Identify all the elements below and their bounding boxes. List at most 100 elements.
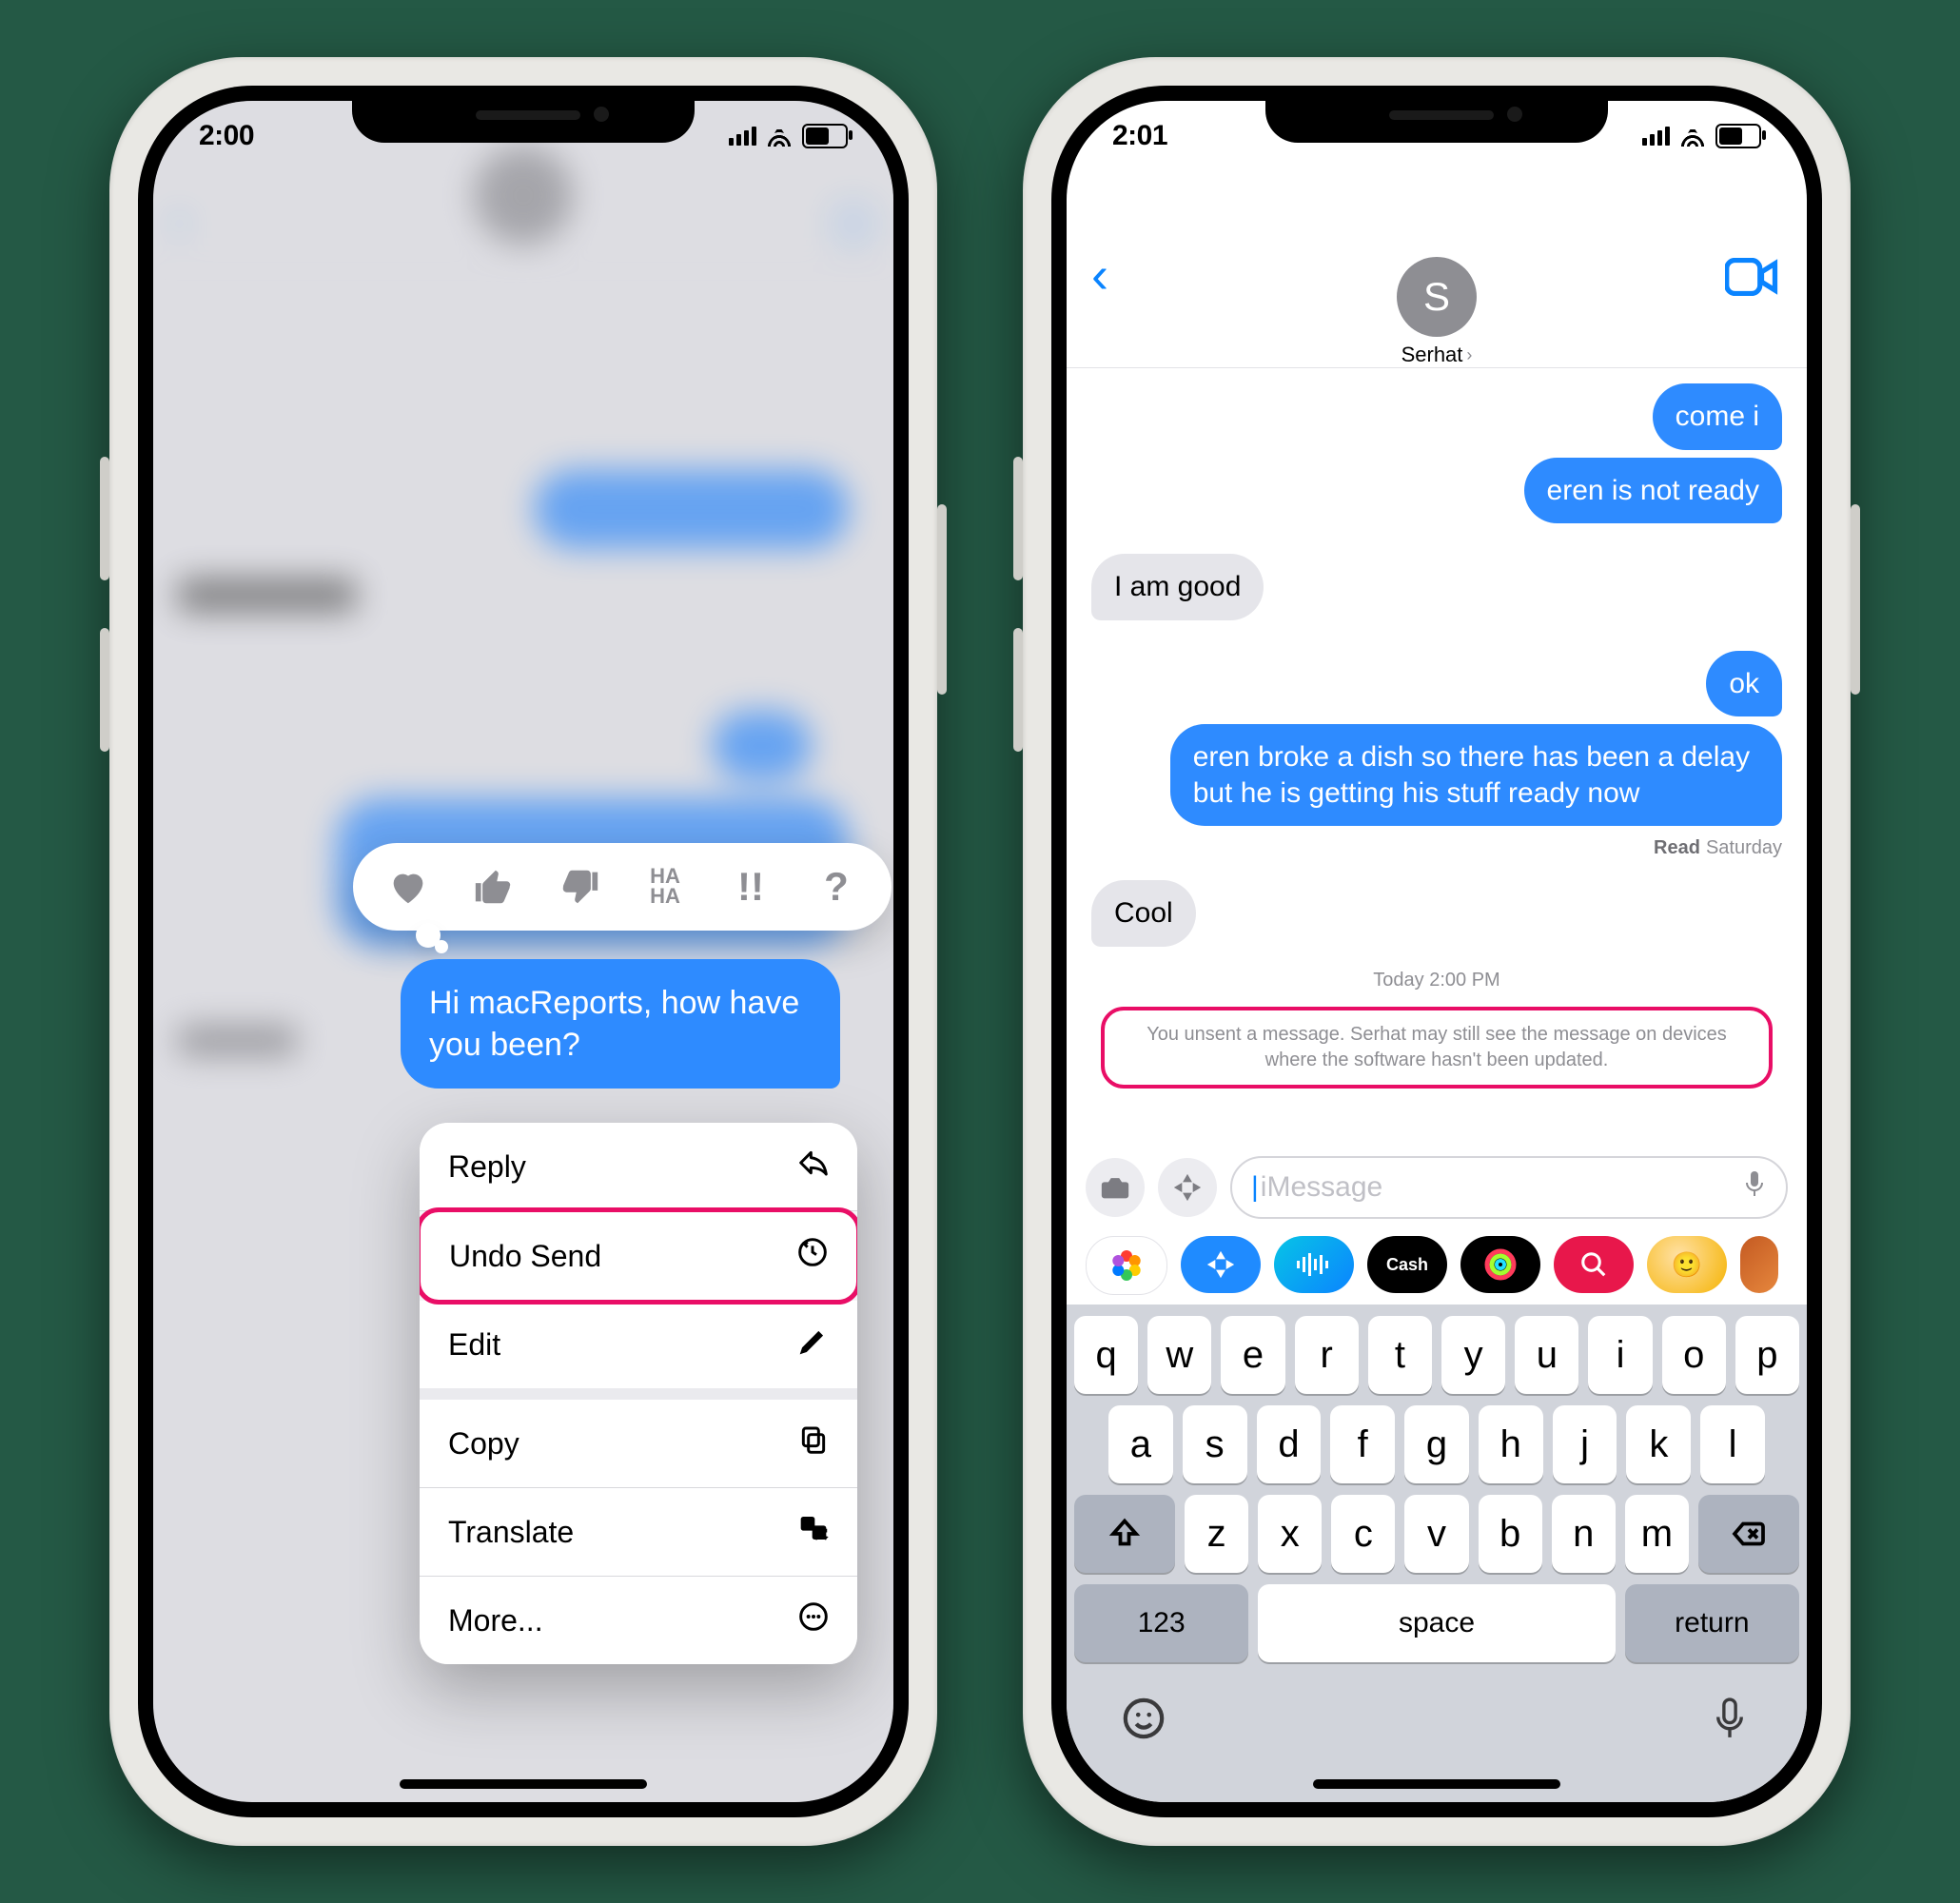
phone-right: 2:01 ‹ S Serhat › xyxy=(1023,57,1851,1846)
svg-text:文: 文 xyxy=(816,1528,827,1540)
key-w[interactable]: w xyxy=(1147,1316,1211,1394)
selected-message-bubble[interactable]: Hi macReports, how have you been? xyxy=(401,959,840,1089)
key-z[interactable]: z xyxy=(1185,1495,1248,1573)
shift-key[interactable] xyxy=(1074,1495,1175,1573)
numbers-key[interactable]: 123 xyxy=(1074,1584,1248,1662)
thread-timestamp: Today 2:00 PM xyxy=(1373,970,1499,991)
menu-edit[interactable]: Edit xyxy=(420,1301,857,1400)
key-x[interactable]: x xyxy=(1258,1495,1322,1573)
app-chip-search[interactable] xyxy=(1554,1236,1634,1293)
home-indicator[interactable] xyxy=(1313,1779,1560,1789)
back-button[interactable]: ‹ xyxy=(1091,249,1108,301)
key-r[interactable]: r xyxy=(1295,1316,1359,1394)
key-j[interactable]: j xyxy=(1553,1405,1617,1483)
menu-undo-send[interactable]: Undo Send xyxy=(420,1207,857,1305)
app-chip-audio[interactable] xyxy=(1274,1236,1354,1293)
message-text: Cool xyxy=(1114,897,1173,929)
sent-message[interactable]: eren is not ready xyxy=(1524,458,1782,524)
emoji-key[interactable] xyxy=(1122,1697,1166,1745)
menu-more[interactable]: More... xyxy=(420,1577,857,1664)
avatar-initial: S xyxy=(1423,274,1450,320)
stage: 2:00 ‹ ▢ xyxy=(0,0,1960,1903)
key-g[interactable]: g xyxy=(1404,1405,1469,1483)
key-s[interactable]: s xyxy=(1183,1405,1247,1483)
apps-button[interactable] xyxy=(1158,1158,1217,1217)
context-menu: Reply Undo Send Edit xyxy=(420,1123,857,1664)
camera-button[interactable] xyxy=(1086,1158,1145,1217)
key-p[interactable]: p xyxy=(1735,1316,1799,1394)
app-chip-memoji[interactable]: 🙂 xyxy=(1647,1236,1727,1293)
app-chip-more[interactable] xyxy=(1740,1236,1778,1293)
sent-message[interactable]: come i xyxy=(1653,383,1782,450)
undo-send-icon xyxy=(797,1237,828,1275)
translate-icon: A文 xyxy=(798,1513,829,1551)
read-receipt: ReadSaturday xyxy=(1654,837,1782,859)
tapback-thumbs-up-icon[interactable] xyxy=(467,860,520,913)
home-indicator[interactable] xyxy=(400,1779,647,1789)
message-placeholder: iMessage xyxy=(1261,1171,1382,1204)
menu-translate[interactable]: Translate A文 xyxy=(420,1488,857,1577)
key-c[interactable]: c xyxy=(1331,1495,1395,1573)
key-y[interactable]: y xyxy=(1441,1316,1505,1394)
battery-icon xyxy=(802,124,848,148)
selected-message-text: Hi macReports, how have you been? xyxy=(429,985,799,1063)
app-chip-activity[interactable] xyxy=(1460,1236,1540,1293)
return-key[interactable]: return xyxy=(1625,1584,1799,1662)
reply-arrow-icon xyxy=(798,1148,829,1186)
key-e[interactable]: e xyxy=(1221,1316,1284,1394)
key-v[interactable]: v xyxy=(1404,1495,1468,1573)
key-a[interactable]: a xyxy=(1108,1405,1173,1483)
keyboard-footer xyxy=(1074,1674,1799,1793)
sent-message[interactable]: ok xyxy=(1706,651,1782,717)
key-t[interactable]: t xyxy=(1368,1316,1432,1394)
key-h[interactable]: h xyxy=(1479,1405,1543,1483)
message-input[interactable]: | iMessage xyxy=(1230,1156,1788,1219)
key-m[interactable]: m xyxy=(1625,1495,1689,1573)
message-text: eren broke a dish so there has been a de… xyxy=(1193,741,1750,809)
key-l[interactable]: l xyxy=(1700,1405,1765,1483)
facetime-button[interactable] xyxy=(1725,258,1778,301)
key-u[interactable]: u xyxy=(1515,1316,1578,1394)
message-text: I am good xyxy=(1114,571,1241,602)
key-k[interactable]: k xyxy=(1626,1405,1691,1483)
unsent-notice: You unsent a message. Serhat may still s… xyxy=(1101,1007,1773,1089)
key-f[interactable]: f xyxy=(1330,1405,1395,1483)
menu-reply[interactable]: Reply xyxy=(420,1123,857,1211)
sent-message[interactable]: eren broke a dish so there has been a de… xyxy=(1170,724,1782,826)
key-n[interactable]: n xyxy=(1552,1495,1616,1573)
key-b[interactable]: b xyxy=(1479,1495,1542,1573)
status-time: 2:01 xyxy=(1112,120,1167,152)
tapback-heart-icon[interactable] xyxy=(382,860,435,913)
tapback-thumbs-down-icon[interactable] xyxy=(553,860,606,913)
tapback-haha-icon[interactable]: HA HA xyxy=(638,860,692,913)
key-q[interactable]: q xyxy=(1074,1316,1138,1394)
tapback-exclaim-icon[interactable]: !! xyxy=(724,860,777,913)
contact-name-button[interactable]: Serhat › xyxy=(1401,343,1473,367)
backspace-key[interactable] xyxy=(1698,1495,1799,1573)
received-message[interactable]: I am good xyxy=(1091,554,1264,620)
dictation-key[interactable] xyxy=(1708,1697,1752,1745)
keyboard-row-2: asdfghjkl xyxy=(1074,1405,1799,1483)
key-o[interactable]: o xyxy=(1662,1316,1726,1394)
cellular-icon xyxy=(729,127,756,146)
keyboard-row-3: zxcvbnm xyxy=(1074,1495,1799,1573)
battery-icon xyxy=(1715,124,1761,148)
wifi-icon xyxy=(766,126,793,147)
menu-copy[interactable]: Copy xyxy=(420,1400,857,1488)
key-d[interactable]: d xyxy=(1257,1405,1322,1483)
phone-left: 2:00 ‹ ▢ xyxy=(109,57,937,1846)
space-key[interactable]: space xyxy=(1258,1584,1615,1662)
key-i[interactable]: i xyxy=(1588,1316,1652,1394)
imessage-app-strip[interactable]: Cash 🙂 xyxy=(1067,1230,1807,1305)
app-chip-photos[interactable] xyxy=(1086,1236,1167,1295)
compose-bar: | iMessage xyxy=(1067,1148,1807,1230)
contact-avatar[interactable]: S xyxy=(1397,257,1477,337)
app-chip-applecash[interactable]: Cash xyxy=(1367,1236,1447,1293)
app-chip-appstore[interactable] xyxy=(1181,1236,1261,1293)
received-message[interactable]: Cool xyxy=(1091,880,1196,947)
message-thread[interactable]: come i eren is not ready I am good ok er… xyxy=(1067,368,1807,1148)
notch xyxy=(1265,86,1608,143)
tapback-question-icon[interactable]: ? xyxy=(810,860,863,913)
wifi-icon xyxy=(1679,126,1706,147)
dictation-icon[interactable] xyxy=(1742,1169,1767,1206)
